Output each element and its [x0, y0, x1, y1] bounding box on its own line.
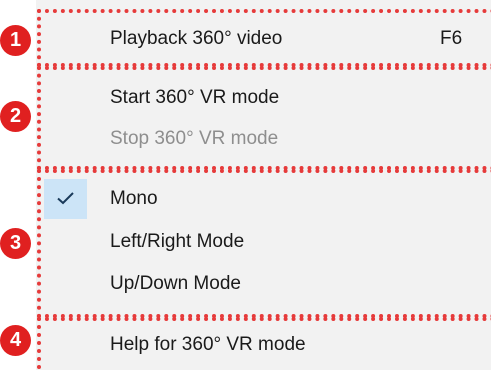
group-4-badge: 4 [0, 325, 31, 356]
group-2-badge: 2 [0, 101, 31, 132]
group-3-outline [37, 169, 491, 318]
group-1-badge: 1 [0, 25, 31, 56]
group-2-outline [37, 66, 491, 170]
group-4-outline [37, 317, 491, 370]
group-3-badge: 3 [0, 228, 31, 259]
group-1-outline [37, 9, 491, 67]
